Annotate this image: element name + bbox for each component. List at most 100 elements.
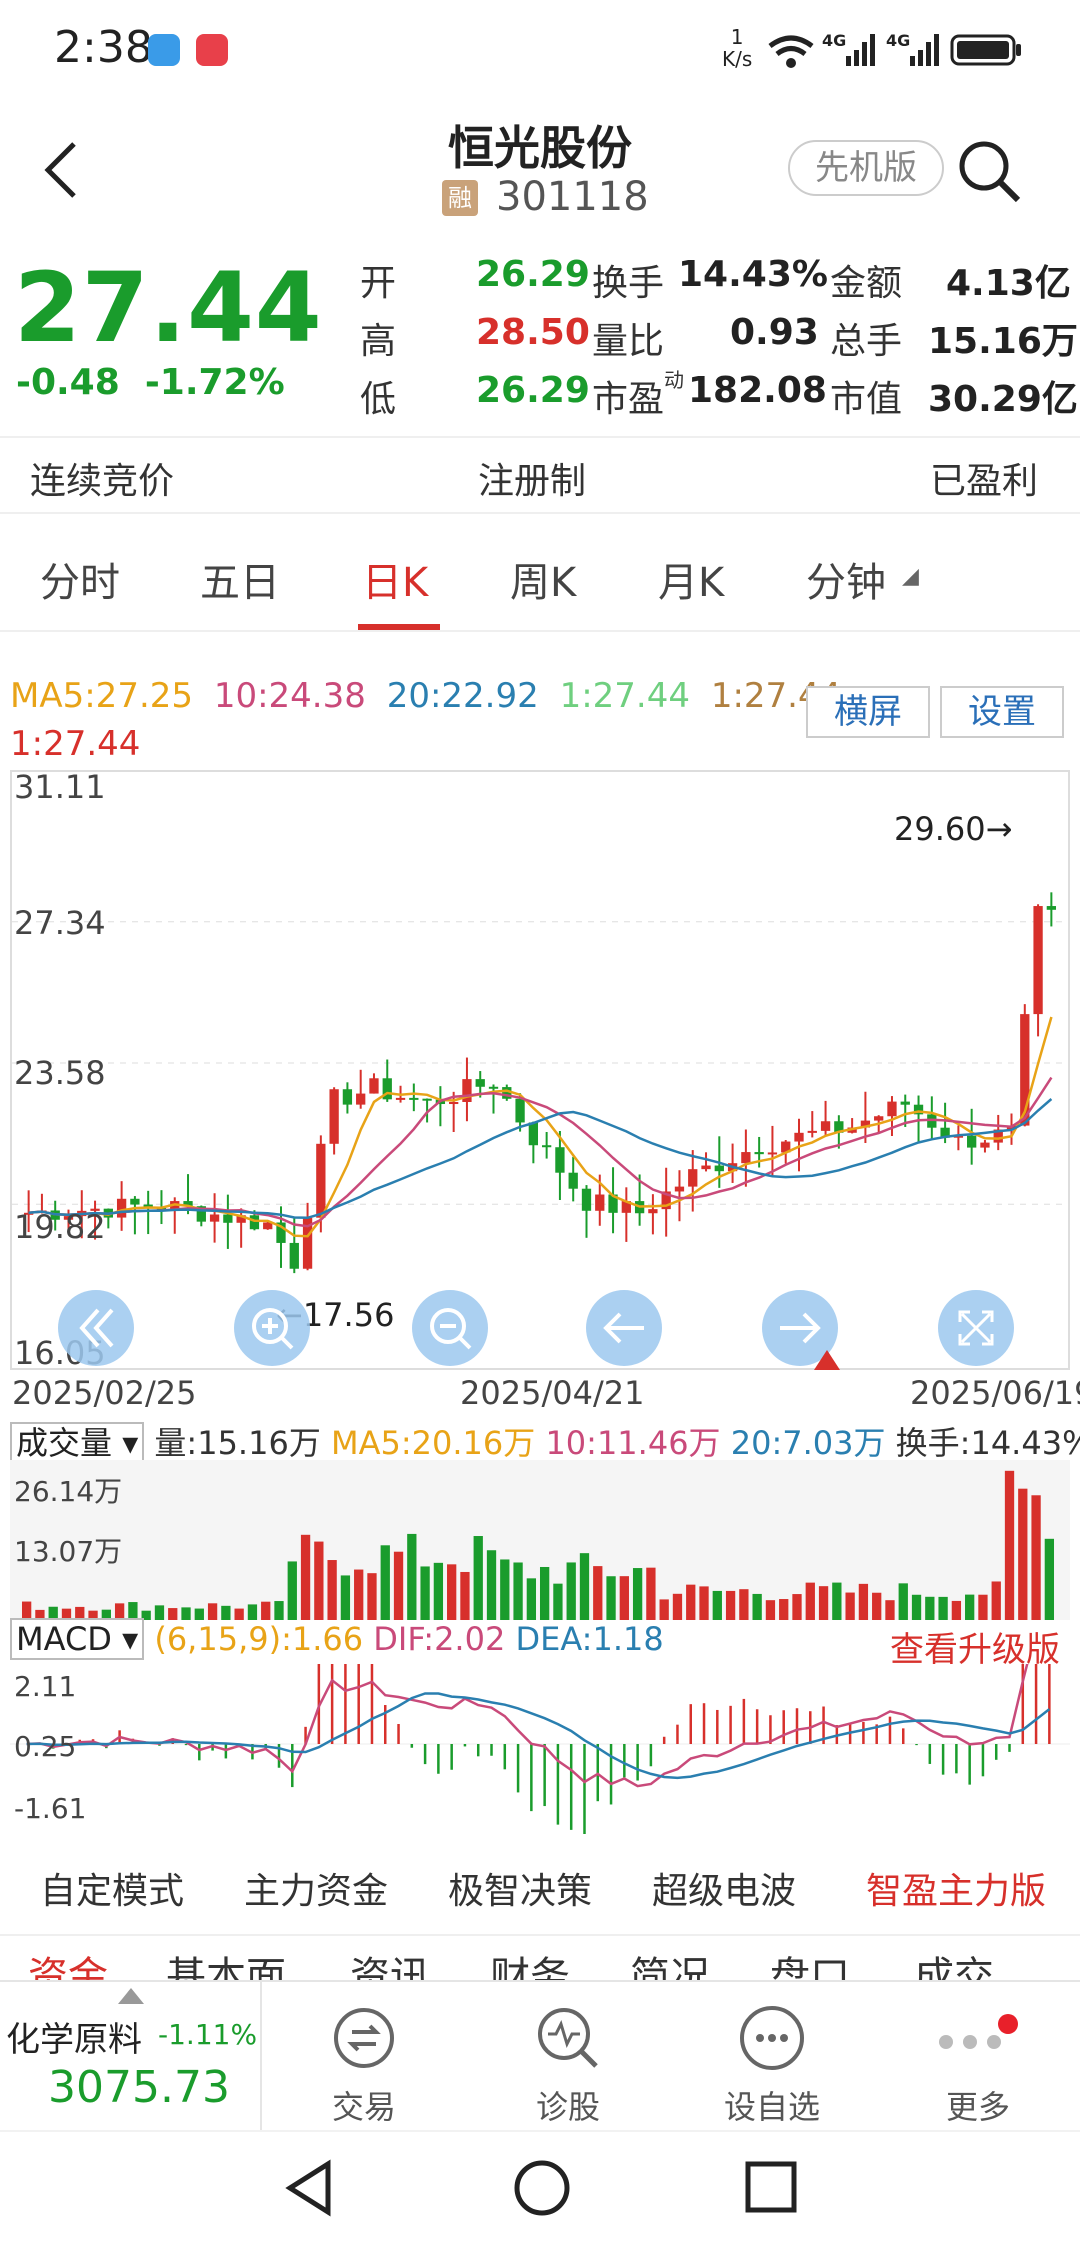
tab-weekly-k[interactable]: 周K [510, 550, 576, 608]
trade-icon [334, 2008, 394, 2068]
volume-chart[interactable] [10, 1460, 1070, 1620]
value-market-cap: 30.29亿 [928, 379, 1078, 420]
zoom-out-icon[interactable] [410, 1288, 490, 1368]
candle-body [409, 1097, 419, 1100]
zoom-in-icon[interactable] [232, 1288, 312, 1368]
candle-body [794, 1132, 804, 1142]
active-tab-indicator [358, 624, 440, 630]
tab-monthly-k[interactable]: 月K [658, 550, 724, 608]
volume-bar [978, 1594, 988, 1620]
candle-body [249, 1215, 260, 1230]
label-open: 开 [360, 263, 397, 304]
volume-bar [473, 1536, 483, 1620]
mode-premium[interactable]: 智盈主力版 [866, 1862, 1046, 1914]
bottom-bar: 化学原料 -1.11% 3075.73 交易 诊股 设自选 更多 [0, 1980, 1080, 2132]
volume-bar [460, 1571, 470, 1620]
tab-daily-k[interactable]: 日K [362, 550, 428, 608]
volume-bar [539, 1566, 550, 1620]
nav-recent-icon[interactable] [742, 2158, 802, 2218]
scroll-left-fast-icon[interactable] [56, 1288, 136, 1368]
y-tick-4: 19.82 [14, 1208, 106, 1246]
value-total-hands: 15.16万 [928, 321, 1078, 362]
volume-canvas [21, 1470, 1055, 1620]
volume-bar [447, 1564, 457, 1620]
change-pct: -1.72% [144, 362, 285, 403]
candle-body [701, 1165, 711, 1170]
nav-diagnose[interactable]: 诊股 [488, 1982, 648, 2132]
mode-smart-decision[interactable]: 极智决策 [448, 1862, 592, 1914]
candle-body [223, 1214, 233, 1223]
tab-five-day[interactable]: 五日 [200, 550, 280, 608]
signal-2-icon: 4G [886, 31, 939, 66]
subtab-news[interactable]: 资讯 [350, 1944, 430, 1980]
network-rate: 1 K/s [722, 26, 752, 70]
subtab-funds[interactable]: 资金 [28, 1944, 108, 1980]
kline-chart[interactable] [10, 770, 1070, 1370]
mode-custom[interactable]: 自定模式 [40, 1862, 184, 1914]
volume-value: 量:15.16万 [154, 1424, 321, 1462]
volume-bar [154, 1605, 165, 1620]
volume-bar [207, 1603, 218, 1620]
high-marker: 29.60→ [894, 810, 1013, 848]
ma5-value: MA5:27.25 [10, 676, 194, 716]
svg-text:4G: 4G [886, 31, 910, 50]
svg-text:4G: 4G [822, 31, 846, 50]
volume-bar [832, 1582, 842, 1620]
subtab-order-book[interactable]: 盘口 [770, 1944, 850, 1980]
volume-ma5: MA5:20.16万 [331, 1424, 536, 1462]
value-turnover: 14.43% [678, 254, 828, 295]
nav-home-icon[interactable] [512, 2158, 572, 2218]
candle-body [767, 1152, 778, 1155]
nav-back-icon[interactable] [282, 2158, 338, 2218]
tab-minute[interactable]: 分钟 [806, 550, 886, 608]
volume-bar [234, 1608, 244, 1620]
volume-bar [965, 1594, 975, 1620]
more-circle-icon [740, 2006, 804, 2070]
volume-bar [168, 1608, 178, 1620]
diagnose-icon [538, 2008, 598, 2068]
ma-legend: MA5:27.25 10:24.38 20:22.92 1:27.44 1:27… [10, 676, 841, 716]
mode-main-funds[interactable]: 主力资金 [244, 1862, 388, 1914]
candle-body [369, 1078, 379, 1094]
period-tabs: 分时 五日 日K 周K 月K 分钟 ◢ [0, 516, 1080, 632]
nav-trade[interactable]: 交易 [284, 1982, 444, 2132]
landscape-button[interactable]: 横屏 [806, 686, 930, 738]
volume-bar [1018, 1488, 1028, 1620]
subtab-finance[interactable]: 财务 [490, 1944, 570, 1980]
quote-grid: 开 26.29 换手 14.43% 金额 4.13亿 高 28.50 量比 0.… [360, 254, 1078, 428]
current-price: 27.44 [14, 252, 323, 364]
volume-bar [420, 1566, 430, 1620]
macd-selector[interactable]: MACD ▾ [10, 1618, 145, 1660]
volume-selector[interactable]: 成交量 ▾ [10, 1422, 145, 1464]
sector-name: 化学原料 [6, 2020, 142, 2060]
nav-add-watchlist-label: 设自选 [723, 2088, 820, 2126]
subtab-trades[interactable]: 成交 [914, 1944, 994, 1980]
search-icon[interactable] [956, 138, 1026, 208]
y-tick-3: 23.58 [14, 1054, 106, 1092]
volume-bar [393, 1551, 404, 1620]
macd-dif: DIF:2.02 [373, 1620, 506, 1658]
volume-bar [513, 1562, 523, 1620]
candle-body [289, 1242, 299, 1269]
net-rate-unit: K/s [722, 47, 753, 71]
version-button[interactable]: 先机版 [788, 140, 944, 196]
settings-button[interactable]: 设置 [940, 686, 1064, 738]
scroll-left-icon[interactable] [584, 1288, 664, 1368]
candle-body [475, 1079, 485, 1087]
value-high: 28.50 [476, 312, 590, 353]
fullscreen-icon[interactable] [936, 1288, 1016, 1368]
tab-intraday[interactable]: 分时 [40, 550, 120, 608]
ma-extra-1: 1:27.44 [559, 676, 690, 716]
sector-index[interactable]: 化学原料 -1.11% 3075.73 [0, 1982, 262, 2132]
candle-body [1033, 906, 1043, 1015]
volume-bar [340, 1575, 351, 1620]
nav-trade-label: 交易 [331, 2088, 396, 2126]
macd-chart[interactable] [10, 1545, 1070, 1836]
mode-super-wave[interactable]: 超级电波 [652, 1862, 796, 1914]
subtab-profile[interactable]: 简况 [630, 1944, 710, 1980]
nav-more[interactable]: 更多 [898, 1982, 1058, 2132]
subtab-fundamentals[interactable]: 基本面 [166, 1944, 286, 1980]
sector-value: 3075.73 [48, 2062, 230, 2113]
nav-add-watchlist[interactable]: 设自选 [692, 1982, 852, 2132]
volume-ma10: 10:11.46万 [545, 1424, 721, 1462]
